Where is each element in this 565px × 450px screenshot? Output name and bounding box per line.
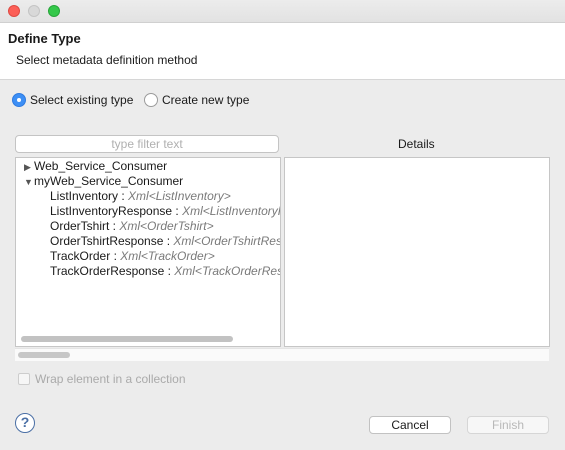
expanded-arrow-icon[interactable]: ▼ bbox=[24, 175, 34, 190]
tree-node-listinventoryresponse[interactable]: ListInventoryResponse : Xml<ListInventor… bbox=[50, 204, 280, 219]
panel-horizontal-scrollbar[interactable] bbox=[15, 348, 549, 361]
dialog-subtitle: Select metadata definition method bbox=[16, 53, 198, 67]
dialog-title: Define Type bbox=[8, 31, 81, 46]
wrap-element-checkbox bbox=[18, 373, 30, 385]
tree-node-listinventory[interactable]: ListInventory : Xml<ListInventory> bbox=[50, 189, 231, 204]
window-titlebar bbox=[0, 0, 565, 23]
radio-label-select-existing: Select existing type bbox=[30, 93, 134, 107]
collapsed-arrow-icon[interactable]: ▶ bbox=[24, 160, 34, 175]
zoom-window-icon[interactable] bbox=[48, 5, 60, 17]
tree-node-myweb-service-consumer[interactable]: ▼myWeb_Service_Consumer bbox=[24, 174, 183, 189]
radio-select-existing-type[interactable]: Select existing type bbox=[12, 92, 133, 108]
type-filter-input[interactable] bbox=[15, 135, 279, 153]
tree-node-trackorderresponse[interactable]: TrackOrderResponse : Xml<TrackOrderResp bbox=[50, 264, 280, 279]
tree-horizontal-scrollbar[interactable] bbox=[18, 334, 276, 344]
tree-node-trackorder[interactable]: TrackOrder : Xml<TrackOrder> bbox=[50, 249, 215, 264]
minimize-window-icon bbox=[28, 5, 40, 17]
radio-unselected-icon[interactable] bbox=[144, 93, 158, 107]
radio-create-new-type[interactable]: Create new type bbox=[144, 92, 249, 108]
tree-node-web-service-consumer[interactable]: ▶ Web_Service_Consumer bbox=[24, 159, 167, 174]
tree-node-ordertshirt[interactable]: OrderTshirt : Xml<OrderTshirt> bbox=[50, 219, 214, 234]
radio-label-create-new: Create new type bbox=[162, 93, 250, 107]
tree-scrollbar-thumb[interactable] bbox=[21, 336, 233, 342]
question-mark-icon[interactable]: ? bbox=[15, 413, 35, 433]
finish-button: Finish bbox=[467, 416, 549, 434]
wrap-element-checkbox-row: Wrap element in a collection bbox=[18, 372, 186, 386]
cancel-button[interactable]: Cancel bbox=[369, 416, 451, 434]
type-tree[interactable]: ▶ Web_Service_Consumer ▼myWeb_Service_Con… bbox=[15, 157, 281, 347]
radio-selected-icon[interactable] bbox=[12, 93, 26, 107]
close-window-icon[interactable] bbox=[8, 5, 20, 17]
panel-scrollbar-thumb[interactable] bbox=[18, 352, 70, 358]
details-label: Details bbox=[398, 137, 435, 151]
wrap-element-label: Wrap element in a collection bbox=[35, 372, 186, 386]
tree-node-ordertshirtresponse[interactable]: OrderTshirtResponse : Xml<OrderTshirtRes… bbox=[50, 234, 280, 249]
dialog-header: Define Type Select metadata definition m… bbox=[0, 23, 565, 80]
details-panel bbox=[284, 157, 550, 347]
